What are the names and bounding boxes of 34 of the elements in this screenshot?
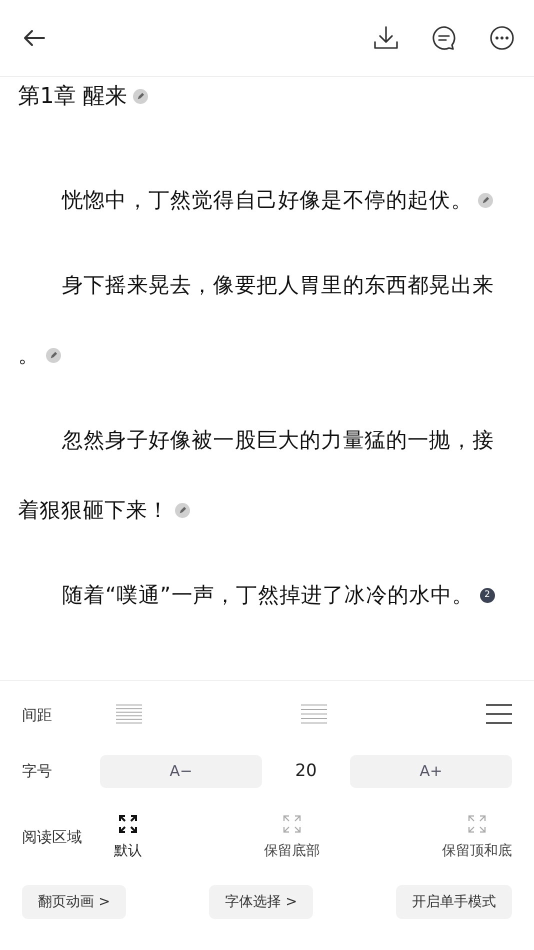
- setting-label: 间距: [22, 706, 53, 724]
- reading-area-option[interactable]: 保留底部: [264, 814, 320, 860]
- lines-icon: [486, 704, 512, 724]
- setting-label: 阅读区域: [22, 828, 83, 846]
- decrease-font-button[interactable]: A−: [100, 754, 262, 788]
- spacing-option[interactable]: [486, 704, 512, 726]
- note-count[interactable]: 2: [480, 588, 495, 602]
- option-button[interactable]: 开启单手模式: [396, 885, 512, 919]
- paragraph-line: 忽然身子好像被一股巨大的力量猛的一抛，接: [62, 427, 494, 454]
- lines-icon: [116, 704, 142, 724]
- reading-area-option[interactable]: 默认: [114, 814, 142, 860]
- more-button[interactable]: [488, 24, 516, 52]
- lines-icon: [301, 704, 327, 724]
- option-button[interactable]: 翻页动画 >: [22, 885, 126, 919]
- paragraph-line: 随着“噗通”一声，丁然掉进了冰冷的水中。: [62, 582, 474, 609]
- comment-button[interactable]: [430, 24, 458, 52]
- paragraph-line: 恍惚中，丁然觉得自己好像是不停的起伏。: [62, 187, 472, 214]
- edit-note-icon[interactable]: [478, 192, 494, 208]
- increase-font-button[interactable]: A+: [350, 754, 512, 788]
- download-button[interactable]: [372, 24, 400, 52]
- option-button[interactable]: 字体选择 >: [209, 885, 314, 919]
- edit-note-icon[interactable]: [46, 348, 61, 362]
- edit-note-icon[interactable]: [133, 88, 148, 104]
- paragraph-line: 着狠狠砸下来！: [18, 497, 170, 524]
- font-size-value: 20: [294, 761, 318, 781]
- setting-label: 字号: [22, 762, 53, 780]
- paragraph-line: 。: [18, 342, 40, 369]
- expand-icon: [282, 814, 302, 834]
- edit-note-icon[interactable]: [175, 502, 190, 518]
- expand-icon: [467, 814, 487, 834]
- reading-area-option[interactable]: 保留顶和底: [442, 814, 512, 860]
- expand-icon: [118, 814, 138, 834]
- chapter-title: 第1章 醒来: [18, 83, 127, 111]
- paragraph-line: 身下摇来晃去，像要把人胃里的东西都晃出来: [62, 272, 494, 299]
